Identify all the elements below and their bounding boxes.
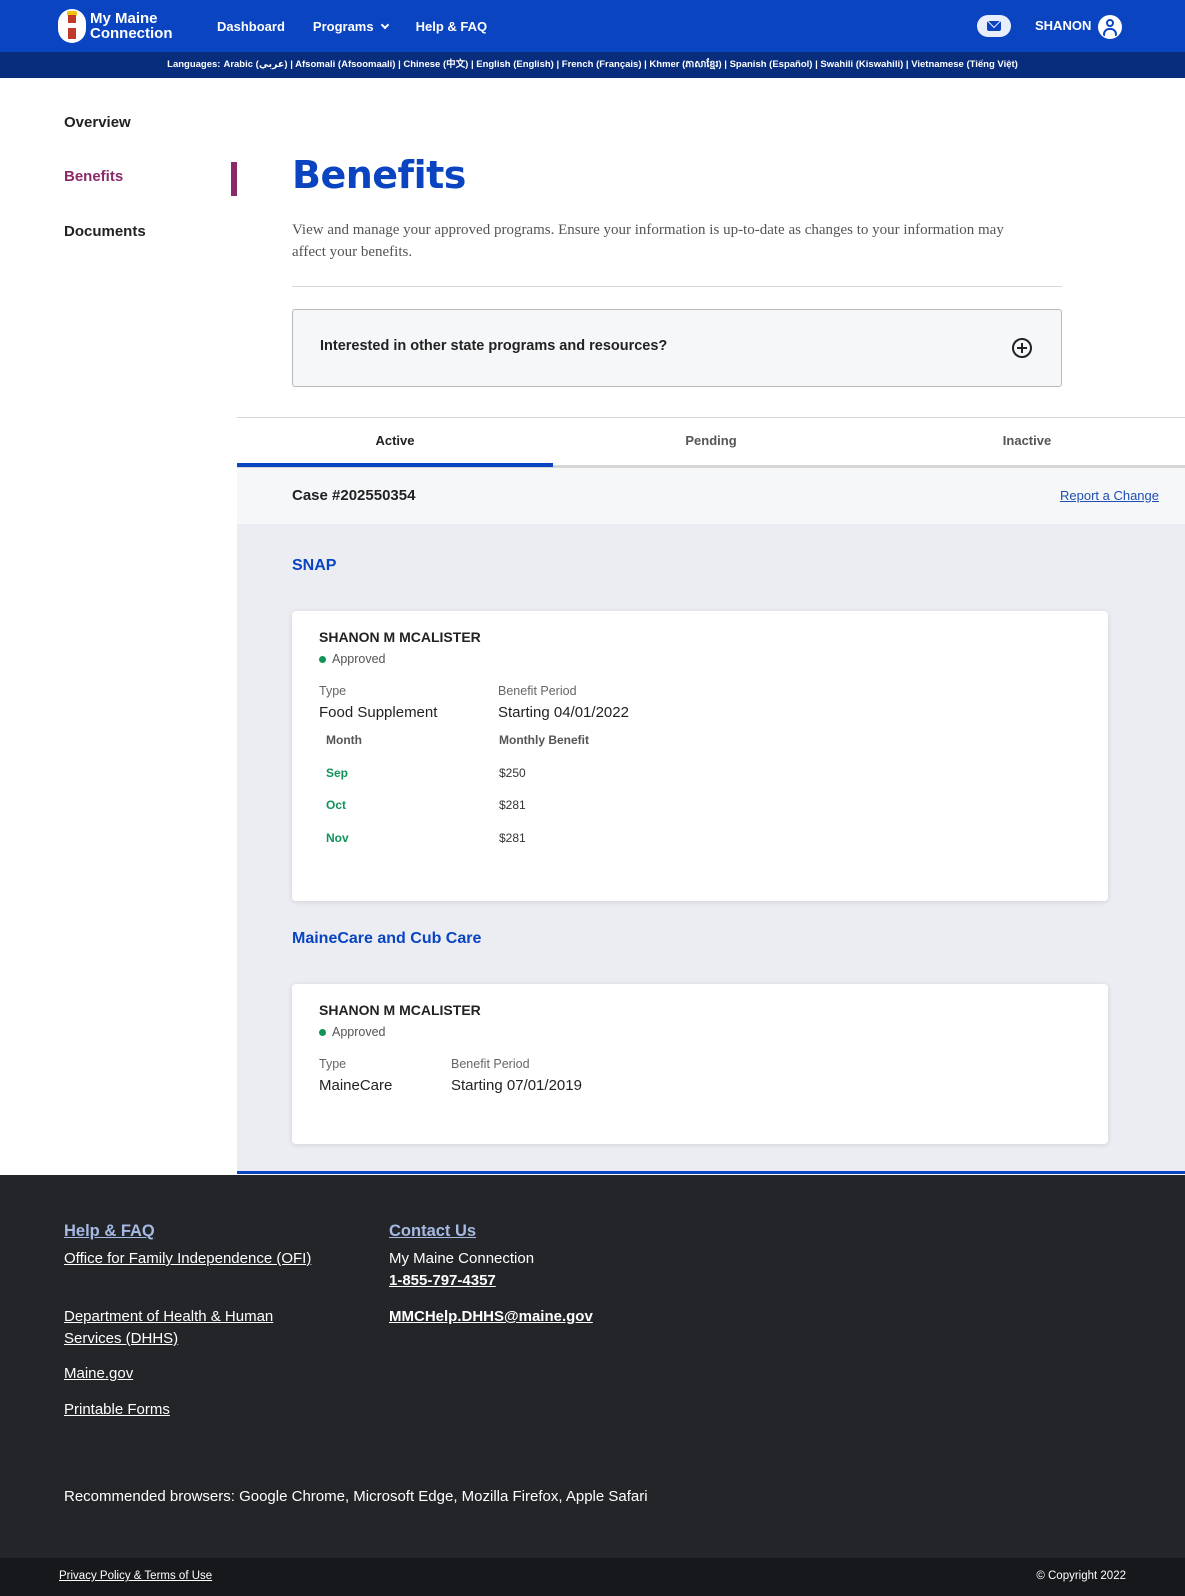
footer-link-maine-gov[interactable]: Maine.gov [64, 1363, 314, 1385]
footer-link-printable-forms[interactable]: Printable Forms [64, 1399, 314, 1421]
main-nav: Dashboard Programs Help & FAQ [217, 0, 515, 52]
logo-line-2: Connection [90, 25, 173, 42]
mail-icon [987, 21, 1001, 31]
case-header: Case #202550354 Report a Change [237, 468, 1185, 524]
case-number: Case #202550354 [292, 487, 416, 504]
contact-name: My Maine Connection [389, 1250, 535, 1267]
status-dot-icon [319, 1028, 326, 1036]
month-cell: Nov [326, 831, 349, 845]
benefit-period-value: Starting 04/01/2022 [498, 704, 629, 721]
amount-cell: $281 [499, 831, 526, 845]
status-dot-icon [319, 655, 326, 663]
language-links[interactable]: Arabic (عربي) | Afsomali (Afsoomaali) | … [223, 59, 1017, 70]
tab-pending[interactable]: Pending [553, 418, 869, 466]
other-programs-accordion[interactable]: Interested in other state programs and r… [292, 309, 1062, 387]
site-logo[interactable]: My Maine Connection [58, 8, 173, 44]
type-label: Type [319, 684, 347, 698]
program-title-snap: SNAP [292, 557, 337, 574]
benefit-card-mainecare: SHANON M MCALISTER Approved Type MaineCa… [292, 984, 1108, 1144]
benefit-period-label: Benefit Period [498, 684, 577, 698]
top-header: My Maine Connection Dashboard Programs H… [0, 0, 1185, 52]
benefit-period-label: Benefit Period [451, 1057, 530, 1071]
accordion-question: Interested in other state programs and r… [320, 338, 668, 354]
contact-phone[interactable]: 1-855-797-4357 [389, 1272, 496, 1289]
logo-line-1: My Maine [90, 10, 158, 27]
month-header: Month [326, 733, 362, 747]
type-label: Type [319, 1057, 347, 1071]
privacy-policy-link[interactable]: Privacy Policy & Terms of Use [59, 1570, 212, 1582]
lighthouse-logo-icon [58, 9, 86, 43]
amount-cell: $250 [499, 766, 526, 780]
nav-programs-label: Programs [312, 18, 374, 34]
month-cell: Oct [326, 798, 347, 812]
messages-button[interactable] [977, 15, 1011, 37]
footer-link-dhhs[interactable]: Department of Health & Human Services (D… [64, 1306, 314, 1350]
type-value: Food Supplement [319, 704, 438, 721]
status-text: Approved [332, 1025, 386, 1039]
divider [292, 286, 1062, 287]
chevron-down-icon [380, 20, 389, 29]
languages-label: Languages: [167, 59, 221, 70]
recommended-browsers: Recommended browsers: Google Chrome, Mic… [64, 1488, 648, 1505]
report-change-link[interactable]: Report a Change [1060, 488, 1159, 503]
benefit-card-snap: SHANON M MCALISTER Approved Type Food Su… [292, 611, 1108, 901]
tab-active[interactable]: Active [237, 418, 553, 466]
main-content: Benefits View and manage your approved p… [237, 78, 1185, 1174]
user-name[interactable]: SHANON [1035, 18, 1091, 33]
copyright: © Copyright 2022 [1036, 1570, 1126, 1582]
footer: Help & FAQ Office for Family Independenc… [0, 1175, 1185, 1558]
logo-text: My Maine Connection [90, 11, 173, 41]
nav-help-faq[interactable]: Help & FAQ [416, 19, 488, 34]
page-intro: View and manage your approved programs. … [292, 222, 1004, 260]
contact-email[interactable]: MMCHelp.DHHS@maine.gov [389, 1308, 593, 1325]
type-value: MaineCare [319, 1077, 393, 1094]
programs-area: SNAP SHANON M MCALISTER Approved Type Fo… [237, 524, 1185, 1174]
status-tabs: Active Pending Inactive [237, 417, 1185, 468]
bottom-bar: Privacy Policy & Terms of Use © Copyrigh… [0, 1558, 1185, 1596]
footer-contact-heading[interactable]: Contact Us [389, 1222, 476, 1241]
language-bar: Languages: Arabic (عربي) | Afsomali (Afso… [0, 52, 1185, 78]
page-title: Benefits [292, 153, 466, 197]
nav-programs[interactable]: Programs [312, 18, 389, 34]
recipient-name: SHANON M MCALISTER [319, 1002, 481, 1018]
sidebar-item-overview[interactable]: Overview [64, 114, 131, 131]
user-account-icon[interactable] [1098, 15, 1122, 39]
status-text: Approved [332, 652, 386, 666]
tab-inactive[interactable]: Inactive [869, 418, 1185, 466]
sidebar-item-documents[interactable]: Documents [64, 223, 146, 240]
month-cell: Sep [326, 766, 349, 780]
nav-dashboard[interactable]: Dashboard [217, 19, 285, 34]
program-title-mainecare: MaineCare and Cub Care [292, 930, 482, 947]
monthly-benefit-header: Monthly Benefit [499, 733, 589, 747]
plus-circle-icon[interactable] [1012, 338, 1032, 358]
active-tab-underline [237, 463, 553, 467]
amount-cell: $281 [499, 798, 526, 812]
benefit-period-value: Starting 07/01/2019 [451, 1077, 582, 1094]
status-badge: Approved [319, 1025, 386, 1039]
footer-help-heading[interactable]: Help & FAQ [64, 1222, 155, 1241]
recipient-name: SHANON M MCALISTER [319, 629, 481, 645]
status-badge: Approved [319, 652, 386, 666]
footer-link-ofi[interactable]: Office for Family Independence (OFI) [64, 1248, 314, 1270]
sidebar: Overview Benefits Documents [0, 78, 237, 1174]
sidebar-item-benefits[interactable]: Benefits [64, 168, 123, 185]
